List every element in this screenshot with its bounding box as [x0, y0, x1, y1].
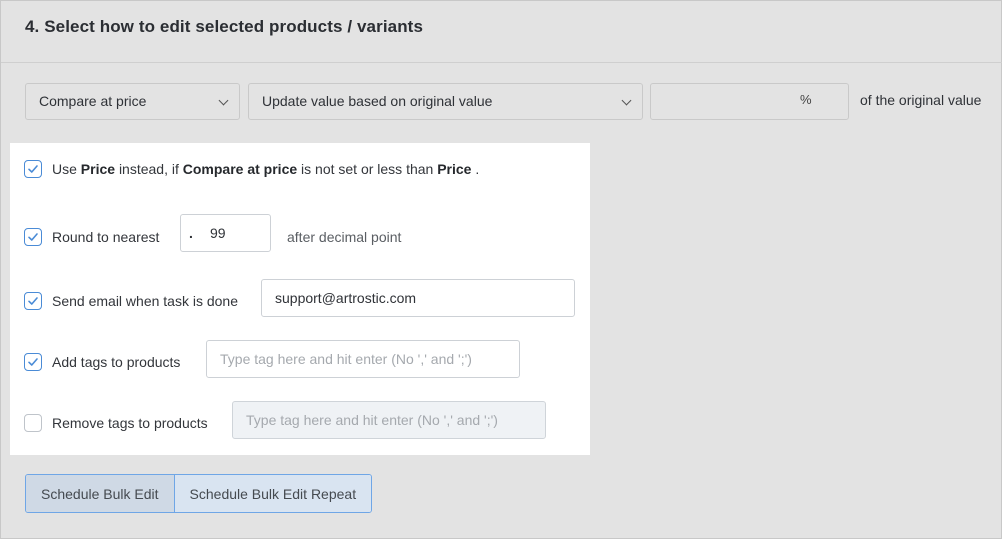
percent-value-input[interactable]: %: [650, 83, 849, 120]
field-select-value: Compare at price: [39, 93, 147, 109]
use-price-label: Use Price instead, if Compare at price i…: [52, 161, 480, 177]
check-icon: [28, 165, 38, 173]
check-icon: [28, 358, 38, 366]
use-price-option: Use Price instead, if Compare at price i…: [24, 160, 479, 178]
email-checkbox[interactable]: [24, 292, 42, 310]
add-tags-input[interactable]: Type tag here and hit enter (No ',' and …: [206, 340, 520, 378]
percent-unit: %: [800, 92, 812, 107]
email-input[interactable]: support@artrostic.com: [261, 279, 575, 317]
edit-mode-select[interactable]: Update value based on original value: [248, 83, 643, 120]
use-price-checkbox[interactable]: [24, 160, 42, 178]
options-panel: Use Price instead, if Compare at price i…: [10, 143, 590, 455]
schedule-bulk-edit-button[interactable]: Schedule Bulk Edit: [26, 475, 175, 512]
decimal-mark: .: [189, 225, 193, 241]
section-title: 4. Select how to edit selected products …: [25, 17, 424, 36]
add-tags-option: Add tags to products: [24, 353, 180, 371]
after-decimal-text: after decimal point: [287, 229, 402, 245]
add-tags-checkbox[interactable]: [24, 353, 42, 371]
round-option: Round to nearest: [24, 228, 159, 246]
email-label: Send email when task is done: [52, 293, 238, 309]
round-checkbox[interactable]: [24, 228, 42, 246]
original-value-suffix: of the original value: [860, 92, 982, 108]
remove-tags-input[interactable]: Type tag here and hit enter (No ',' and …: [232, 401, 546, 439]
remove-tags-option: Remove tags to products: [24, 414, 208, 432]
field-select[interactable]: Compare at price: [25, 83, 240, 120]
check-icon: [28, 297, 38, 305]
round-decimal-input[interactable]: . 99: [180, 214, 271, 252]
add-tags-label: Add tags to products: [52, 354, 181, 370]
email-option: Send email when task is done: [24, 292, 238, 310]
round-value: 99: [210, 225, 226, 241]
chevron-down-icon: [621, 95, 632, 106]
schedule-bulk-edit-repeat-button[interactable]: Schedule Bulk Edit Repeat: [174, 475, 372, 512]
round-label: Round to nearest: [52, 229, 160, 245]
remove-tags-label: Remove tags to products: [52, 415, 208, 431]
edit-settings-frame: 4. Select how to edit selected products …: [0, 0, 1002, 539]
chevron-down-icon: [218, 95, 229, 106]
check-icon: [28, 233, 38, 241]
divider: [1, 62, 1002, 63]
edit-mode-select-value: Update value based on original value: [262, 93, 493, 109]
remove-tags-checkbox[interactable]: [24, 414, 42, 432]
schedule-button-group: Schedule Bulk Edit Schedule Bulk Edit Re…: [25, 474, 373, 513]
